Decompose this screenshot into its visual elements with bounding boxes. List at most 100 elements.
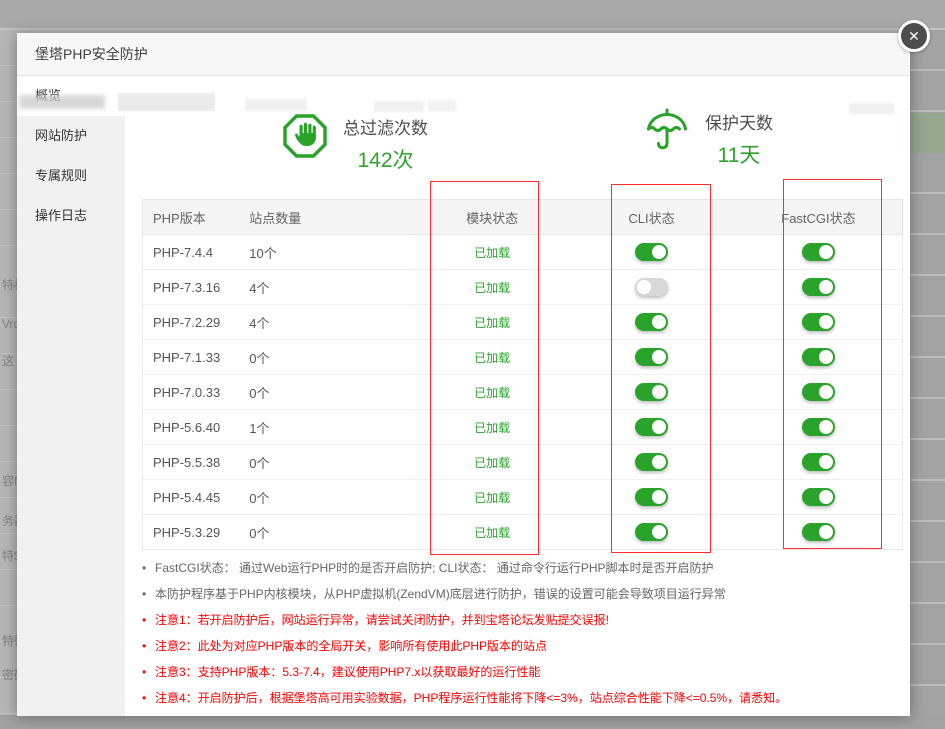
background-text-fragment: 容N (2, 472, 18, 489)
module-loaded-label: 已加载 (474, 421, 510, 435)
note-item: •本防护程序基于PHP内核模块，从PHP虚拟机(ZendVM)底层进行防护，错误… (142, 581, 787, 607)
php-version-cell: PHP-5.6.40 (143, 420, 249, 435)
table-row: PHP-5.6.401个已加载 (143, 410, 902, 445)
bullet-icon: • (142, 633, 155, 659)
table-row: PHP-5.3.290个已加载 (143, 515, 902, 549)
module-status-cell: 已加载 (416, 489, 568, 506)
site-count-cell: 0个 (249, 348, 416, 367)
sidebar-item-exclusive-rules[interactable]: 专属规则 (17, 156, 125, 196)
table-header-row: PHP版本 站点数量 模块状态 CLI状态 FastCGI状态 (143, 200, 902, 235)
cli-status-cell (568, 243, 735, 261)
column-header-php-version: PHP版本 (143, 208, 249, 227)
php-version-cell: PHP-7.3.16 (143, 280, 249, 295)
fastcgi-status-cell (735, 418, 902, 436)
toggle-knob (637, 280, 651, 294)
background-text-fragment: 密码 (2, 666, 18, 683)
stop-hand-icon (281, 112, 329, 160)
toggle-knob (652, 350, 666, 364)
toggle-knob (652, 525, 666, 539)
toggle-knob (819, 490, 833, 504)
column-header-module-status: 模块状态 (416, 208, 568, 227)
notes-list: •FastCGI状态： 通过Web运行PHP时的是否开启防护; CLI状态： 通… (142, 555, 787, 711)
cli-toggle[interactable] (635, 243, 668, 261)
table-row: PHP-7.3.164个已加载 (143, 270, 902, 305)
background-text-fragment: 特权 (2, 276, 18, 293)
site-count-cell: 0个 (249, 383, 416, 402)
cli-toggle[interactable] (635, 313, 668, 331)
sidebar-item-site-protection[interactable]: 网站防护 (17, 116, 125, 156)
stat-protected-days: 保护天数 11天 (643, 107, 773, 169)
fastcgi-status-cell (735, 348, 902, 366)
fastcgi-toggle[interactable] (802, 278, 835, 296)
sidebar-item-overview[interactable]: 概览 (17, 76, 125, 116)
background-text-fragment: 务器 (2, 512, 18, 529)
site-count-cell: 10个 (249, 243, 416, 262)
fastcgi-toggle[interactable] (802, 453, 835, 471)
column-header-site-count: 站点数量 (249, 208, 416, 227)
stat-value: 142次 (343, 144, 428, 174)
fastcgi-toggle[interactable] (802, 523, 835, 541)
php-version-cell: PHP-5.5.38 (143, 455, 249, 470)
site-count-cell: 0个 (249, 523, 416, 542)
fastcgi-status-cell (735, 278, 902, 296)
toggle-knob (819, 245, 833, 259)
toggle-knob (819, 420, 833, 434)
site-count-cell: 0个 (249, 488, 416, 507)
toggle-knob (819, 350, 833, 364)
module-status-cell: 已加载 (416, 419, 568, 436)
bullet-icon: • (142, 607, 155, 633)
column-header-cli-status: CLI状态 (568, 208, 735, 227)
php-version-cell: PHP-5.3.29 (143, 525, 249, 540)
site-count-cell: 0个 (249, 453, 416, 472)
fastcgi-toggle[interactable] (802, 243, 835, 261)
module-loaded-label: 已加载 (474, 491, 510, 505)
modal-title: 堡塔PHP安全防护 (17, 33, 910, 75)
toggle-knob (652, 385, 666, 399)
sidebar-item-operation-log[interactable]: 操作日志 (17, 196, 125, 236)
fastcgi-toggle[interactable] (802, 383, 835, 401)
cli-status-cell (568, 523, 735, 541)
module-status-cell: 已加载 (416, 279, 568, 296)
toggle-knob (819, 455, 833, 469)
bullet-icon: • (142, 555, 155, 581)
bullet-icon: • (142, 685, 155, 711)
cli-status-cell (568, 313, 735, 331)
cli-toggle[interactable] (635, 488, 668, 506)
fastcgi-toggle[interactable] (802, 348, 835, 366)
toggle-knob (819, 315, 833, 329)
cli-status-cell (568, 383, 735, 401)
site-count-cell: 4个 (249, 278, 416, 297)
fastcgi-toggle[interactable] (802, 313, 835, 331)
note-item: •注意1：若开启防护后，网站运行异常，请尝试关闭防护，并到宝塔论坛发贴提交误报! (142, 607, 787, 633)
cli-toggle[interactable] (635, 418, 668, 436)
background-text-fragment: 特微 (2, 632, 18, 649)
fastcgi-toggle[interactable] (802, 418, 835, 436)
cli-toggle[interactable] (635, 383, 668, 401)
fastcgi-status-cell (735, 383, 902, 401)
close-button[interactable]: ✕ (898, 20, 930, 52)
toggle-knob (652, 315, 666, 329)
fastcgi-status-cell (735, 453, 902, 471)
cli-status-cell (568, 488, 735, 506)
table-row: PHP-7.0.330个已加载 (143, 375, 902, 410)
dimmed-background-bottom (0, 715, 945, 729)
dimmed-background-topbar (0, 0, 945, 30)
module-status-cell: 已加载 (416, 244, 568, 261)
cli-toggle[interactable] (635, 278, 668, 296)
fastcgi-toggle[interactable] (802, 488, 835, 506)
module-loaded-label: 已加载 (474, 246, 510, 260)
stat-value: 11天 (705, 139, 773, 169)
cli-status-cell (568, 348, 735, 366)
php-security-modal: 堡塔PHP安全防护 ✕ 概览网站防护专属规则操作日志 总过滤次数 142次 (17, 33, 910, 715)
cli-toggle[interactable] (635, 453, 668, 471)
php-versions-table: PHP版本 站点数量 模块状态 CLI状态 FastCGI状态 PHP-7.4.… (142, 199, 903, 550)
cli-toggle[interactable] (635, 523, 668, 541)
toggle-knob (652, 420, 666, 434)
table-row: PHP-7.2.294个已加载 (143, 305, 902, 340)
note-item: •注意2：此处为对应PHP版本的全局开关，影响所有使用此PHP版本的站点 (142, 633, 787, 659)
modal-body: 概览网站防护专属规则操作日志 总过滤次数 142次 (17, 76, 910, 716)
php-version-cell: PHP-7.4.4 (143, 245, 249, 260)
cli-toggle[interactable] (635, 348, 668, 366)
modal-content: 总过滤次数 142次 保护天数 11天 (125, 76, 910, 716)
stat-total-filtered: 总过滤次数 142次 (281, 112, 428, 174)
